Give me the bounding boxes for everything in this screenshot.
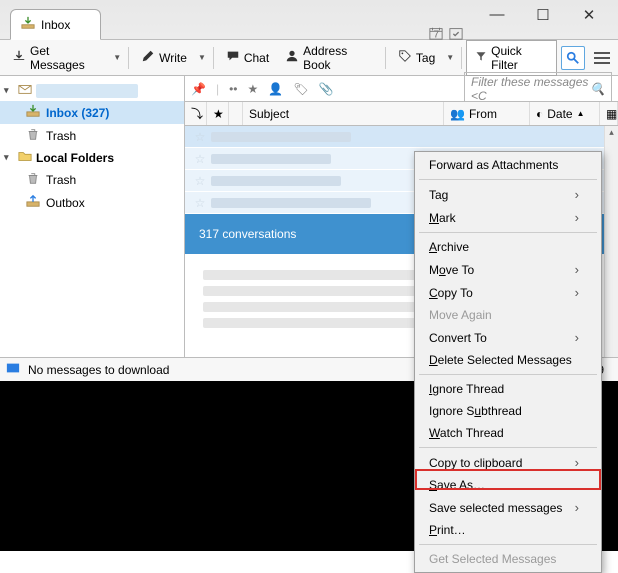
menu-delete-selected[interactable]: Delete Selected Messages: [417, 349, 599, 371]
download-icon: [12, 49, 26, 66]
column-picker[interactable]: ▦: [600, 102, 618, 125]
menu-save-as[interactable]: Save As…: [417, 474, 599, 496]
scrollbar-vertical[interactable]: ▴: [604, 126, 618, 357]
menu-forward-attachments[interactable]: Forward as Attachments: [417, 154, 599, 176]
menu-move-to[interactable]: Move To: [417, 258, 599, 281]
pencil-icon: [141, 49, 155, 66]
folder-outbox[interactable]: Outbox: [0, 191, 184, 214]
inbox-download-icon: [21, 16, 35, 33]
local-folders-row[interactable]: ▾ Local Folders: [0, 147, 184, 168]
window-controls: — ☐ ✕: [468, 0, 618, 30]
address-book-button[interactable]: Address Book: [278, 40, 380, 76]
folder-trash[interactable]: Trash: [0, 124, 184, 147]
activity-icon: [6, 361, 20, 378]
pin-icon[interactable]: 📌: [191, 82, 206, 96]
folder-inbox[interactable]: Inbox (327): [0, 101, 184, 124]
mail-account-icon: [18, 82, 32, 99]
tab-inbox[interactable]: Inbox: [10, 9, 101, 40]
attach-column[interactable]: [229, 102, 243, 125]
menu-tag[interactable]: Tag: [417, 183, 599, 206]
write-dropdown[interactable]: ▼: [195, 53, 209, 62]
title-bar: Inbox 7 — ☐ ✕: [0, 0, 618, 40]
menu-mark[interactable]: Mark: [417, 206, 599, 229]
write-button[interactable]: Write: [134, 45, 194, 70]
maximize-button[interactable]: ☐: [532, 6, 554, 24]
menu-get-selected: Get Selected Messages: [417, 548, 599, 570]
tag-button[interactable]: Tag: [391, 45, 442, 70]
menu-copy-clipboard[interactable]: Copy to clipboard: [417, 451, 599, 474]
funnel-icon: [475, 50, 487, 65]
folder-trash-local[interactable]: Trash: [0, 168, 184, 191]
star-column[interactable]: ★: [207, 102, 229, 125]
subject-column[interactable]: Subject: [243, 102, 444, 125]
tag-dropdown[interactable]: ▼: [443, 53, 457, 62]
column-headers: ⤵ ★ Subject 👥From ◐Date▲ ▦: [185, 102, 618, 126]
hamburger-menu-button[interactable]: [589, 46, 614, 70]
outbox-icon: [26, 194, 40, 211]
status-text: No messages to download: [28, 363, 169, 377]
close-button[interactable]: ✕: [578, 6, 600, 24]
quick-access-bar: 7: [429, 26, 463, 43]
thread-column[interactable]: ⤵: [185, 102, 207, 125]
filter-input[interactable]: Filter these messages <C 🔍: [464, 72, 612, 106]
trash-icon: [26, 127, 40, 144]
quick-filter-button[interactable]: Quick Filter: [466, 40, 557, 76]
account-row[interactable]: ▾ ████████████: [0, 80, 184, 101]
contact-filter-icon[interactable]: 👤: [268, 82, 283, 96]
chat-button[interactable]: Chat: [219, 45, 276, 70]
from-column[interactable]: 👥From: [444, 102, 530, 125]
search-button[interactable]: [561, 46, 586, 70]
star-filter-icon[interactable]: ★: [247, 82, 258, 96]
get-messages-button[interactable]: Get Messages: [5, 40, 109, 76]
menu-ignore-subthread[interactable]: Ignore Subthread: [417, 400, 599, 422]
date-column[interactable]: ◐Date▲: [530, 102, 600, 125]
person-icon: [285, 49, 299, 66]
get-messages-dropdown[interactable]: ▼: [110, 53, 124, 62]
chat-icon: [226, 49, 240, 66]
folder-tree: ▾ ████████████ Inbox (327) Trash ▾ Local…: [0, 76, 185, 357]
menu-move-again: Move Again: [417, 304, 599, 326]
tag-icon: [398, 49, 412, 66]
tag-filter-icon[interactable]: 🏷: [293, 82, 308, 96]
search-icon: 🔍: [590, 82, 605, 96]
minimize-button[interactable]: —: [486, 6, 508, 24]
calendar-icon[interactable]: 7: [429, 26, 443, 43]
attachment-filter-icon[interactable]: 📎: [318, 82, 333, 96]
unread-filter-icon[interactable]: ••: [229, 82, 237, 96]
trash-icon: [26, 171, 40, 188]
tasks-icon[interactable]: [449, 26, 463, 43]
folder-icon: [18, 149, 32, 166]
menu-archive[interactable]: Archive: [417, 236, 599, 258]
menu-ignore-thread[interactable]: Ignore Thread: [417, 378, 599, 400]
menu-convert-to[interactable]: Convert To: [417, 326, 599, 349]
inbox-icon: [26, 104, 40, 121]
menu-copy-to[interactable]: Copy To: [417, 281, 599, 304]
filter-bar: 📌 | •• ★ 👤 🏷 📎 Filter these messages <C …: [185, 76, 618, 102]
menu-save-selected[interactable]: Save selected messages: [417, 496, 599, 519]
context-menu: Forward as Attachments Tag Mark Archive …: [414, 151, 602, 573]
svg-text:7: 7: [433, 28, 439, 40]
message-row[interactable]: ☆: [185, 126, 618, 148]
menu-print[interactable]: Print…: [417, 519, 599, 541]
tab-title: Inbox: [41, 18, 70, 32]
menu-watch-thread[interactable]: Watch Thread: [417, 422, 599, 444]
